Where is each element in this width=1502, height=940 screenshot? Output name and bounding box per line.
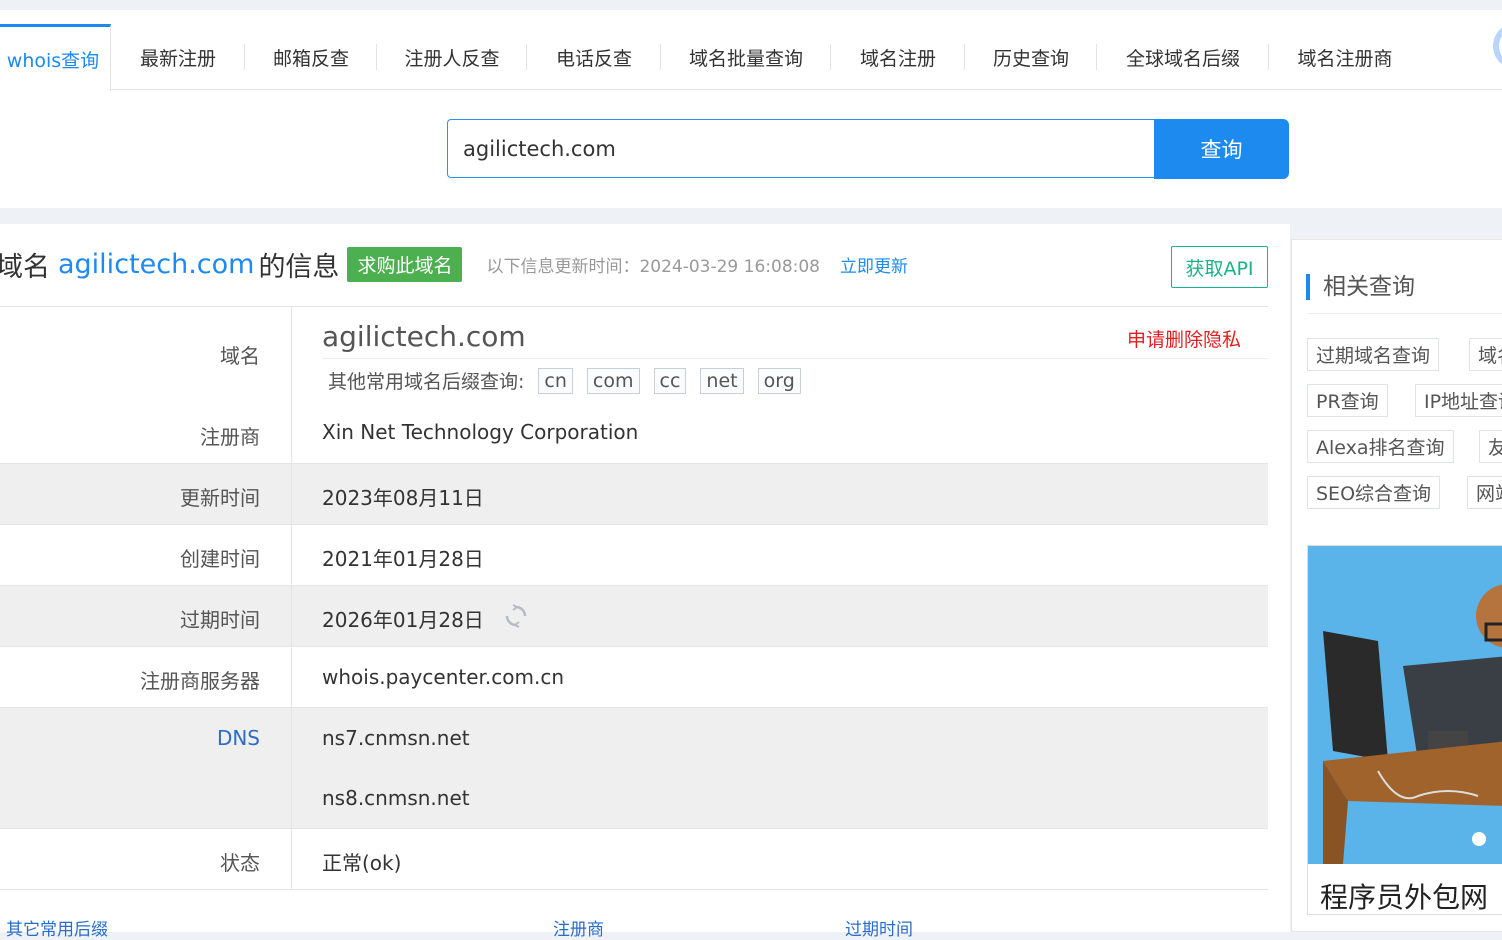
tab-email-reverse[interactable]: 邮箱反查: [245, 24, 377, 90]
suffix-cc[interactable]: cc: [653, 367, 687, 394]
corner-circle-icon: [1493, 24, 1502, 68]
registrar-heading: 注册商: [553, 920, 604, 940]
suffix-query-row: 其他常用域名后缀查询: cn com cc net org: [328, 367, 801, 394]
tab-label: whois查询: [6, 49, 100, 72]
tag-ip-query[interactable]: IP地址查询: [1415, 384, 1502, 417]
dns-value: ns7.cnmsn.net: [322, 726, 470, 750]
divider: [1307, 313, 1502, 314]
row-dns: DNS ns7.cnmsn.net ns8.cnmsn.net: [0, 708, 1268, 829]
search-input[interactable]: [447, 119, 1155, 178]
suffix-com[interactable]: com: [586, 367, 640, 394]
buy-domain-button[interactable]: 求购此域名: [347, 246, 463, 282]
ad-caption: 程序员外包网: [1320, 881, 1489, 914]
tab-label: 域名注册: [859, 47, 936, 70]
tab-global-suffix[interactable]: 全球域名后缀: [1097, 24, 1269, 90]
tab-label: 电话反查: [555, 47, 632, 70]
suffix-net[interactable]: net: [700, 367, 744, 394]
tab-label: 历史查询: [992, 47, 1069, 70]
tab-registrant-reverse[interactable]: 注册人反查: [377, 24, 527, 90]
tab-batch-query[interactable]: 域名批量查询: [661, 24, 831, 90]
privacy-removal-link[interactable]: 申请删除隐私: [1127, 325, 1241, 352]
server-value[interactable]: whois.paycenter.com.cn: [322, 665, 564, 689]
info-title: 域名 agilictech.com 的信息 求购此域名 以下信息更新时间：202…: [0, 244, 908, 284]
title-suffix: 的信息: [258, 251, 340, 283]
title-prefix: 域名: [0, 251, 50, 283]
expire-value-wrap: 2026年01月28日: [322, 603, 528, 634]
suffix-org[interactable]: org: [757, 367, 801, 394]
domain-info-card: 域名 agilictech.com 的信息 求购此域名 以下信息更新时间：202…: [0, 224, 1290, 932]
get-api-button[interactable]: 获取API: [1171, 246, 1268, 288]
whois-table: 域名 注册商 agilictech.com 申请删除隐私 其他常用域名后缀查询:…: [0, 306, 1268, 890]
title-domain[interactable]: agilictech.com: [58, 249, 254, 280]
ad-banner[interactable]: 程序员外包网: [1307, 545, 1502, 915]
server-label: 注册商服务器: [0, 647, 292, 707]
suffix-prompt: 其他常用域名后缀查询:: [328, 371, 525, 393]
tab-label: 邮箱反查: [272, 47, 349, 70]
expire-heading: 过期时间: [845, 920, 913, 940]
sidebar: 相关查询 过期域名查询 域名 PR查询 IP地址查询 Alexa排名查询 友 S…: [1291, 239, 1502, 932]
tab-latest-registration[interactable]: 最新注册: [111, 24, 245, 90]
tag-expired-domain[interactable]: 过期域名查询: [1307, 338, 1440, 371]
tag-website[interactable]: 网站: [1467, 476, 1502, 509]
suffix-cn[interactable]: cn: [538, 367, 573, 394]
created-value: 2021年01月28日: [322, 547, 484, 571]
tab-whois[interactable]: whois查询: [0, 24, 111, 91]
update-time-label: 以下信息更新时间：2024-03-29 16:08:08: [486, 256, 821, 277]
refresh-icon[interactable]: [504, 603, 528, 628]
tag-pr-query[interactable]: PR查询: [1307, 384, 1388, 417]
tab-label: 全球域名后缀: [1125, 47, 1240, 70]
row-domain: 域名 注册商 agilictech.com 申请删除隐私 其他常用域名后缀查询:…: [0, 307, 1268, 464]
top-panel: whois查询 最新注册 邮箱反查 注册人反查 电话反查 域名批量查询 域名注册…: [0, 10, 1502, 208]
divider: [322, 358, 1268, 359]
tab-label: 域名注册商: [1297, 47, 1393, 70]
tab-history[interactable]: 历史查询: [965, 24, 1097, 90]
row-status: 状态 正常(ok): [0, 829, 1268, 890]
tab-label: 注册人反查: [404, 47, 500, 70]
other-suffix-heading: 其它常用后缀: [6, 920, 108, 940]
status-label: 状态: [0, 829, 292, 889]
nav-tabs: whois查询 最新注册 邮箱反查 注册人反查 电话反查 域名批量查询 域名注册…: [0, 24, 1502, 91]
tag-alexa-rank[interactable]: Alexa排名查询: [1307, 430, 1454, 463]
dns-label: DNS: [0, 708, 292, 828]
sidebar-title: 相关查询: [1306, 274, 1415, 300]
row-updated: 更新时间 2023年08月11日: [0, 464, 1268, 525]
expire-value: 2026年01月28日: [322, 608, 484, 632]
tag-domain[interactable]: 域名: [1469, 338, 1502, 371]
updated-label: 更新时间: [0, 464, 292, 524]
carousel-dot[interactable]: [1472, 832, 1486, 846]
tag-friend[interactable]: 友: [1479, 430, 1502, 463]
registrar-value: Xin Net Technology Corporation: [322, 420, 639, 444]
search-button[interactable]: 查询: [1154, 119, 1289, 179]
status-value: 正常(ok): [322, 851, 402, 875]
tag-seo[interactable]: SEO综合查询: [1307, 476, 1441, 509]
dns-value: ns8.cnmsn.net: [322, 786, 470, 810]
row-label: 域名 注册商: [0, 307, 292, 463]
expire-label: 过期时间: [0, 586, 292, 646]
domain-label: 域名: [220, 344, 260, 368]
refresh-now-link[interactable]: 立即更新: [840, 252, 908, 277]
domain-value: agilictech.com: [322, 320, 526, 353]
row-registrar-server: 注册商服务器 whois.paycenter.com.cn: [0, 647, 1268, 708]
created-label: 创建时间: [0, 525, 292, 585]
tab-domain-register[interactable]: 域名注册: [831, 24, 965, 90]
registrar-label: 注册商: [200, 425, 260, 449]
row-created: 创建时间 2021年01月28日: [0, 525, 1268, 586]
programmer-illustration: [1308, 546, 1502, 864]
tab-registrars[interactable]: 域名注册商: [1269, 24, 1421, 90]
updated-value: 2023年08月11日: [322, 486, 484, 510]
tab-phone-reverse[interactable]: 电话反查: [527, 24, 661, 90]
tab-label: 域名批量查询: [688, 47, 803, 70]
tab-label: 最新注册: [139, 47, 216, 70]
row-expire: 过期时间 2026年01月28日: [0, 586, 1268, 647]
